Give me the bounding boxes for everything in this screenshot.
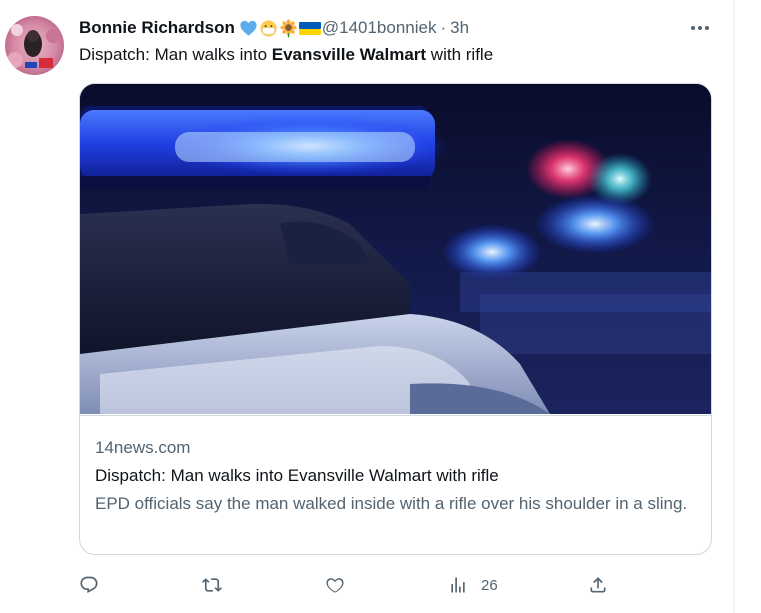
more-icon xyxy=(691,26,709,30)
share-button[interactable] xyxy=(588,571,608,599)
tweet-text-before: Dispatch: Man walks into xyxy=(79,45,272,64)
separator-dot: · xyxy=(440,18,447,37)
author-avatar[interactable] xyxy=(5,16,64,75)
tweet[interactable]: Bonnie Richardson @1401bonniek · 3h Disp… xyxy=(0,0,734,613)
author-emojis xyxy=(239,18,321,38)
like-button[interactable] xyxy=(325,571,345,599)
retweet-icon xyxy=(202,578,222,592)
link-preview-card[interactable]: 14news.com Dispatch: Man walks into Evan… xyxy=(79,83,712,555)
tweet-actions: 26 xyxy=(79,571,639,599)
tweet-text-bold: Evansville Walmart xyxy=(271,45,427,64)
card-title: Dispatch: Man walks into Evansville Walm… xyxy=(95,466,499,485)
police-lights-image xyxy=(80,84,711,414)
like-icon xyxy=(326,578,344,593)
column-divider xyxy=(734,0,735,613)
card-description: EPD officials say the man walked inside … xyxy=(95,494,688,513)
tweet-text-after: with rifle xyxy=(426,45,494,64)
card-domain: 14news.com xyxy=(95,438,191,457)
face-with-medical-mask-icon xyxy=(259,19,278,38)
ukraine-flag-icon xyxy=(298,19,321,38)
reply-button[interactable] xyxy=(79,571,99,599)
author-handle[interactable]: @1401bonniek xyxy=(322,18,437,38)
tweet-timestamp[interactable]: 3h xyxy=(450,18,469,38)
retweet-button[interactable] xyxy=(202,571,222,599)
sunflower-icon xyxy=(279,18,298,38)
more-options-button[interactable] xyxy=(684,14,716,42)
card-image[interactable] xyxy=(80,84,711,414)
views-count: 26 xyxy=(481,576,498,594)
share-icon xyxy=(590,577,606,593)
tweet-header: Bonnie Richardson @1401bonniek · 3h xyxy=(79,17,469,39)
views-icon xyxy=(451,577,465,593)
views-button[interactable]: 26 xyxy=(448,571,498,599)
tweet-text: Dispatch: Man walks into Evansville Walm… xyxy=(79,45,493,65)
blue-heart-icon xyxy=(239,19,258,38)
reply-icon xyxy=(80,576,98,594)
author-name[interactable]: Bonnie Richardson xyxy=(79,18,235,38)
card-body[interactable]: 14news.com Dispatch: Man walks into Evan… xyxy=(80,415,711,554)
avatar-image xyxy=(5,16,64,75)
